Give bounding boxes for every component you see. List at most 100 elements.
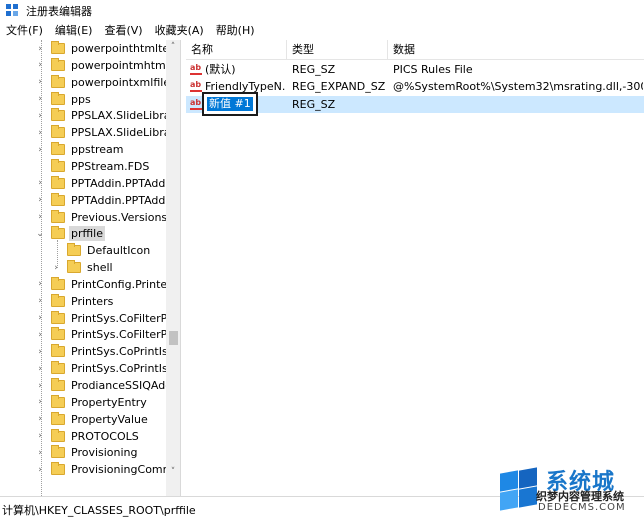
expand-chevron-icon[interactable]: › xyxy=(51,259,61,276)
tree-key[interactable]: › Previous.Versions xyxy=(35,209,169,226)
expand-chevron-icon[interactable]: › xyxy=(35,74,45,91)
menu-favorites[interactable]: 收藏夹(A) xyxy=(149,22,210,40)
tree-key[interactable]: › Printers xyxy=(35,293,115,310)
folder-icon xyxy=(51,310,65,324)
tree-key[interactable]: › PROTOCOLS xyxy=(35,428,141,445)
registry-value-list[interactable]: 名称 类型 数据 ab (默认) REG_SZ PICS Rules File … xyxy=(186,40,644,496)
tree-key[interactable]: › PPTAddin.PPTAddin xyxy=(35,175,177,192)
title-bar: 注册表编辑器 xyxy=(0,0,644,22)
registry-key-tree[interactable]: › powerpointhtmltem › powerpointmhtmlfil › po… xyxy=(0,40,181,496)
tree-key[interactable]: › PrintSys.CoFilterPipe xyxy=(35,310,180,327)
folder-icon xyxy=(51,125,65,139)
expand-chevron-icon[interactable]: › xyxy=(35,124,45,141)
expand-chevron-icon[interactable]: › xyxy=(35,394,45,411)
rename-value-input[interactable]: 新值 #1 xyxy=(202,92,258,116)
expand-chevron-icon[interactable]: › xyxy=(35,326,45,343)
tree-key[interactable]: › PrintSys.CoFilterPipe xyxy=(35,326,180,343)
tree-key[interactable]: › ProdianceSSIQAddI xyxy=(35,377,177,394)
tree-key[interactable]: › powerpointhtmltem xyxy=(35,40,180,57)
value-data: PICS Rules File xyxy=(393,63,473,76)
tree-key-label: PrintSys.CoPrintIsola xyxy=(71,362,181,376)
tree-subkey[interactable]: DefaultIcon xyxy=(51,242,152,259)
tree-key[interactable]: › PPSLAX.SlideLibrary xyxy=(35,107,180,124)
expand-chevron-icon[interactable]: › xyxy=(35,209,45,226)
folder-icon xyxy=(51,175,65,189)
expand-chevron-icon[interactable]: › xyxy=(35,461,45,478)
current-key-path: 计算机\HKEY_CLASSES_ROOT\prffile xyxy=(2,504,196,517)
folder-icon xyxy=(51,411,65,425)
tree-key[interactable]: › ppstream xyxy=(35,141,126,158)
menu-help[interactable]: 帮助(H) xyxy=(210,22,261,40)
value-row[interactable]: ab (默认) REG_SZ PICS Rules File xyxy=(186,61,644,78)
tree-key[interactable]: › PrintSys.CoPrintIsola xyxy=(35,360,181,377)
expand-chevron-icon[interactable]: › xyxy=(35,377,45,394)
tree-key[interactable]: › PrintConfig.PrinterE xyxy=(35,276,180,293)
expand-chevron-icon[interactable]: › xyxy=(35,40,45,57)
expand-chevron-icon[interactable]: › xyxy=(35,276,45,293)
tree-key[interactable]: › Provisioning xyxy=(35,444,140,461)
expand-chevron-icon[interactable]: › xyxy=(35,141,45,158)
value-row-selected[interactable]: ab 新值 #1 REG_SZ xyxy=(186,92,644,116)
folder-icon xyxy=(51,142,65,156)
menu-view[interactable]: 查看(V) xyxy=(98,22,148,40)
tree-key[interactable]: ⌄ prffile xyxy=(35,225,105,242)
tree-guide-line xyxy=(57,240,58,268)
tree-key-label: powerpointmhtmlfil xyxy=(71,58,179,72)
menu-edit[interactable]: 编辑(E) xyxy=(49,22,99,40)
tree-key-label: PPStream.FDS xyxy=(71,159,150,173)
tree-key[interactable]: › PPSLAX.SlideLibrary xyxy=(35,124,180,141)
expand-chevron-icon[interactable]: › xyxy=(35,444,45,461)
tree-key-label: PrintConfig.PrinterE xyxy=(71,277,179,291)
tree-key-label: ppstream xyxy=(71,143,124,157)
tree-key-label: pps xyxy=(71,92,91,106)
expand-chevron-icon[interactable]: › xyxy=(35,310,45,327)
expand-chevron-icon[interactable]: › xyxy=(35,107,45,124)
expand-chevron-icon[interactable]: › xyxy=(35,175,45,192)
tree-scrollbar[interactable]: ˄ ˅ xyxy=(166,40,180,496)
collapse-chevron-icon[interactable]: ⌄ xyxy=(35,225,45,242)
tree-key[interactable]: › pps xyxy=(35,91,93,108)
column-header-type[interactable]: 类型 xyxy=(287,40,388,60)
tree-key-label: PPTAddin.PPTAddin xyxy=(71,176,176,190)
folder-icon xyxy=(51,361,65,375)
window-title: 注册表编辑器 xyxy=(26,5,92,18)
value-type: REG_EXPAND_SZ xyxy=(292,80,386,93)
expand-chevron-icon[interactable]: › xyxy=(35,360,45,377)
folder-icon xyxy=(51,158,65,172)
tree-key[interactable]: PPStream.FDS xyxy=(35,158,151,175)
folder-icon xyxy=(51,293,65,307)
expand-chevron-icon xyxy=(51,242,61,259)
expand-chevron-icon xyxy=(35,158,45,175)
expand-chevron-icon[interactable]: › xyxy=(35,343,45,360)
menu-file[interactable]: 文件(F) xyxy=(0,22,49,40)
expand-chevron-icon[interactable]: › xyxy=(35,91,45,108)
windows-logo-icon xyxy=(498,467,538,511)
tree-key-label: PPTAddin.PPTAddin xyxy=(71,193,176,207)
tree-key-label: Printers xyxy=(71,294,114,308)
tree-key-label: prffile xyxy=(69,226,105,242)
tree-key[interactable]: › ProvisioningComma xyxy=(35,461,180,478)
string-value-icon: ab xyxy=(190,80,202,92)
string-value-icon: ab xyxy=(190,98,202,110)
scroll-up-icon[interactable]: ˄ xyxy=(166,40,180,54)
tree-key[interactable]: › powerpointmhtmlfil xyxy=(35,57,180,74)
expand-chevron-icon[interactable]: › xyxy=(35,411,45,428)
tree-key-label: PrintSys.CoPrintIsola xyxy=(71,345,181,359)
folder-icon xyxy=(51,91,65,105)
expand-chevron-icon[interactable]: › xyxy=(35,428,45,445)
column-header-data[interactable]: 数据 xyxy=(388,40,644,60)
tree-key[interactable]: › powerpointxmlfile xyxy=(35,74,172,91)
regedit-app-icon xyxy=(6,4,20,18)
column-header-name[interactable]: 名称 xyxy=(186,40,287,60)
rename-value-text[interactable]: 新值 #1 xyxy=(207,97,253,111)
expand-chevron-icon[interactable]: › xyxy=(35,57,45,74)
scroll-thumb[interactable] xyxy=(169,331,178,345)
tree-key[interactable]: › PropertyEntry xyxy=(35,394,149,411)
expand-chevron-icon[interactable]: › xyxy=(35,293,45,310)
scroll-down-icon[interactable]: ˅ xyxy=(166,465,180,479)
tree-subkey[interactable]: › shell xyxy=(51,259,115,276)
tree-key[interactable]: › PPTAddin.PPTAddin xyxy=(35,192,177,209)
tree-key[interactable]: › PropertyValue xyxy=(35,411,150,428)
tree-key[interactable]: › PrintSys.CoPrintIsola xyxy=(35,343,181,360)
expand-chevron-icon[interactable]: › xyxy=(35,192,45,209)
